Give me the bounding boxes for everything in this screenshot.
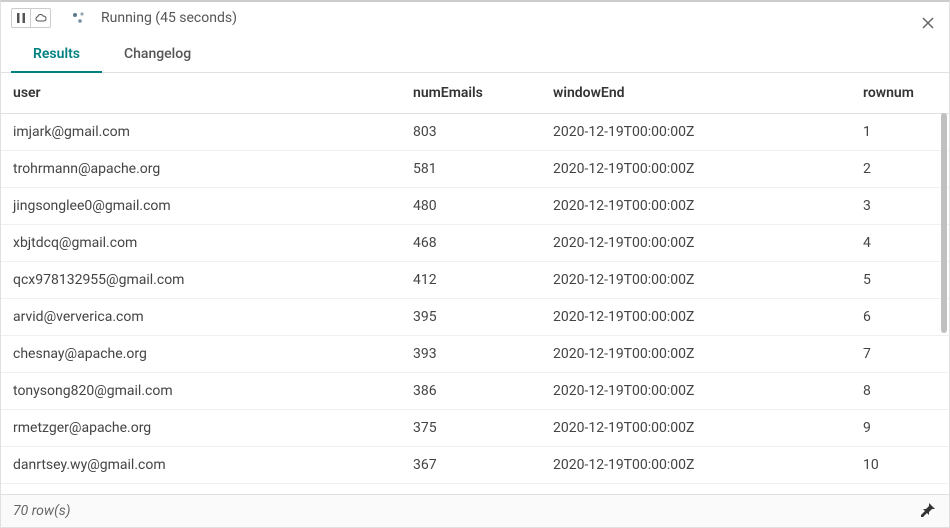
table-row[interactable]: rmetzger@apache.org3752020-12-19T00:00:0… xyxy=(1,410,949,447)
table-row[interactable]: tonysong820@gmail.com3862020-12-19T00:00… xyxy=(1,373,949,410)
col-header-windowend[interactable]: windowEnd xyxy=(541,73,851,114)
cell-user: imjark@gmail.com xyxy=(1,114,401,151)
tabs: Results Changelog xyxy=(1,30,949,73)
cell-windowend: 2020-12-19T00:00:00Z xyxy=(541,114,851,151)
pause-icon xyxy=(16,13,26,23)
cell-numemails: 412 xyxy=(401,262,541,299)
cell-user: tonysong820@gmail.com xyxy=(1,373,401,410)
cell-windowend: 2020-12-19T00:00:00Z xyxy=(541,262,851,299)
tab-results[interactable]: Results xyxy=(11,38,102,72)
cell-windowend: 2020-12-19T00:00:00Z xyxy=(541,188,851,225)
table-row[interactable]: jingsonglee0@gmail.com4802020-12-19T00:0… xyxy=(1,188,949,225)
table-header-row: user numEmails windowEnd rownum xyxy=(1,73,949,114)
table-row[interactable]: chesnay@apache.org3932020-12-19T00:00:00… xyxy=(1,336,949,373)
col-header-numemails[interactable]: numEmails xyxy=(401,73,541,114)
pin-button[interactable] xyxy=(921,503,937,519)
cell-numemails: 581 xyxy=(401,151,541,188)
col-header-user[interactable]: user xyxy=(1,73,401,114)
cell-numemails: 480 xyxy=(401,188,541,225)
cell-numemails: 803 xyxy=(401,114,541,151)
cell-windowend: 2020-12-19T00:00:00Z xyxy=(541,410,851,447)
row-count-label: 70 row(s) xyxy=(13,503,71,519)
cell-user: xbjtdcq@gmail.com xyxy=(1,225,401,262)
cell-user: rmetzger@apache.org xyxy=(1,410,401,447)
cell-rownum: 4 xyxy=(851,225,949,262)
table-row[interactable]: danrtsey.wy@gmail.com3672020-12-19T00:00… xyxy=(1,447,949,484)
cell-windowend: 2020-12-19T00:00:00Z xyxy=(541,447,851,484)
table-row[interactable]: xbjtdcq@gmail.com4682020-12-19T00:00:00Z… xyxy=(1,225,949,262)
stop-cloud-icon xyxy=(35,12,47,24)
table-container: user numEmails windowEnd rownum imjark@g… xyxy=(1,73,949,494)
cell-windowend: 2020-12-19T00:00:00Z xyxy=(541,151,851,188)
tab-label: Changelog xyxy=(124,46,191,62)
col-header-rownum[interactable]: rownum xyxy=(851,73,949,114)
scrollbar[interactable] xyxy=(941,113,947,494)
loading-spinner-icon xyxy=(71,10,87,26)
tab-label: Results xyxy=(33,46,80,62)
run-controls xyxy=(11,8,51,28)
cell-numemails: 393 xyxy=(401,336,541,373)
cell-user: qcx978132955@gmail.com xyxy=(1,262,401,299)
cell-rownum: 10 xyxy=(851,447,949,484)
cell-user: arvid@ververica.com xyxy=(1,299,401,336)
cell-rownum: 9 xyxy=(851,410,949,447)
cell-rownum: 8 xyxy=(851,373,949,410)
cell-user: trohrmann@apache.org xyxy=(1,151,401,188)
table-row[interactable]: trohrmann@apache.org5812020-12-19T00:00:… xyxy=(1,151,949,188)
results-table: user numEmails windowEnd rownum imjark@g… xyxy=(1,73,949,484)
cell-user: danrtsey.wy@gmail.com xyxy=(1,447,401,484)
cell-numemails: 468 xyxy=(401,225,541,262)
cell-user: chesnay@apache.org xyxy=(1,336,401,373)
cell-windowend: 2020-12-19T00:00:00Z xyxy=(541,225,851,262)
cell-rownum: 1 xyxy=(851,114,949,151)
pin-icon xyxy=(921,503,935,517)
cell-user: jingsonglee0@gmail.com xyxy=(1,188,401,225)
cell-rownum: 7 xyxy=(851,336,949,373)
cell-rownum: 5 xyxy=(851,262,949,299)
cell-numemails: 386 xyxy=(401,373,541,410)
results-panel: Running (45 seconds) Results Changelog u… xyxy=(0,0,950,528)
table-row[interactable]: qcx978132955@gmail.com4122020-12-19T00:0… xyxy=(1,262,949,299)
cell-rownum: 2 xyxy=(851,151,949,188)
tab-changelog[interactable]: Changelog xyxy=(102,38,213,72)
stop-button[interactable] xyxy=(31,8,51,28)
footer: 70 row(s) xyxy=(1,494,949,527)
close-button[interactable] xyxy=(919,14,937,32)
pause-button[interactable] xyxy=(11,8,31,28)
cell-numemails: 375 xyxy=(401,410,541,447)
cell-windowend: 2020-12-19T00:00:00Z xyxy=(541,299,851,336)
cell-numemails: 367 xyxy=(401,447,541,484)
cell-numemails: 395 xyxy=(401,299,541,336)
cell-rownum: 6 xyxy=(851,299,949,336)
toolbar: Running (45 seconds) xyxy=(1,2,949,30)
cell-windowend: 2020-12-19T00:00:00Z xyxy=(541,373,851,410)
cell-windowend: 2020-12-19T00:00:00Z xyxy=(541,336,851,373)
table-row[interactable]: imjark@gmail.com8032020-12-19T00:00:00Z1 xyxy=(1,114,949,151)
table-row[interactable]: arvid@ververica.com3952020-12-19T00:00:0… xyxy=(1,299,949,336)
cell-rownum: 3 xyxy=(851,188,949,225)
close-icon xyxy=(922,17,934,29)
status-text: Running (45 seconds) xyxy=(101,10,237,26)
scrollbar-thumb[interactable] xyxy=(941,113,947,333)
